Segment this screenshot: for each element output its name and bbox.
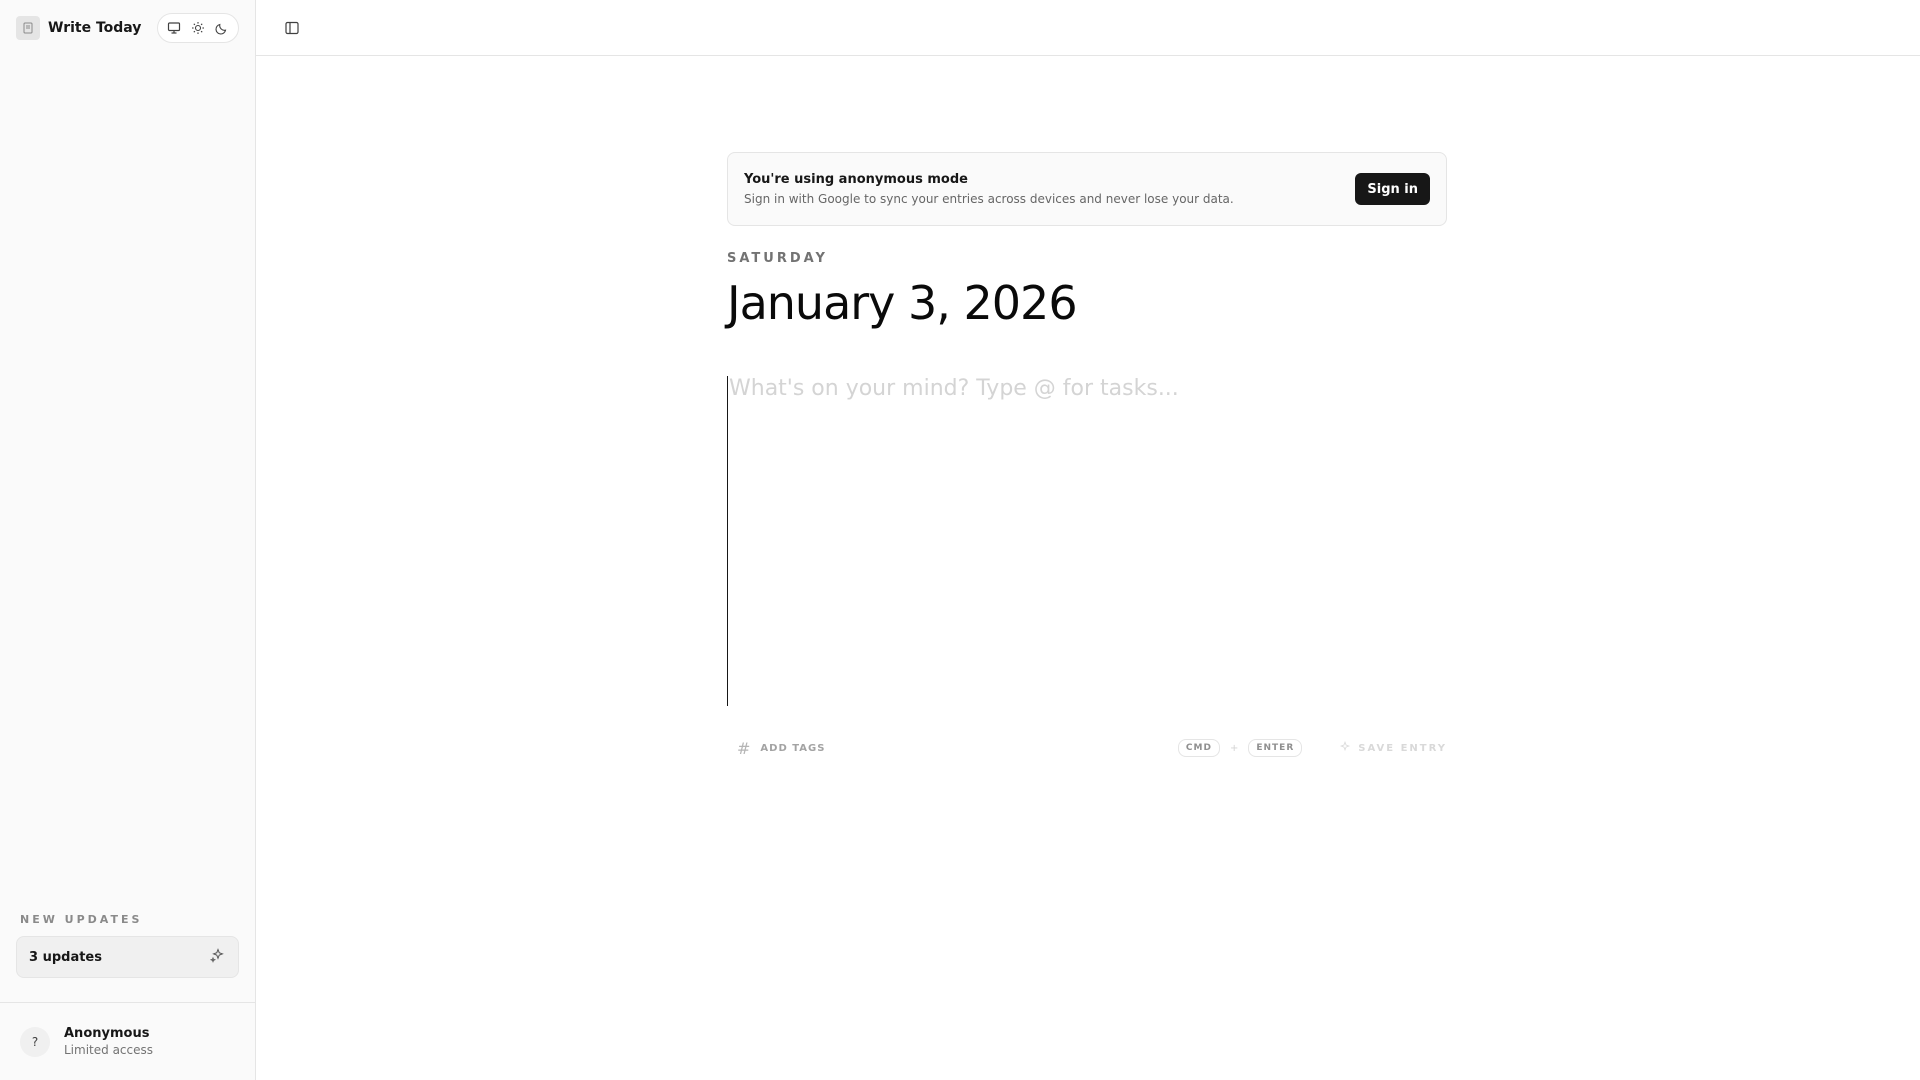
sparkles-icon [1338,739,1352,758]
banner-description: Sign in with Google to sync your entries… [744,192,1234,206]
save-entry-button[interactable]: SAVE ENTRY [1338,739,1447,758]
save-entry-label: SAVE ENTRY [1358,742,1447,754]
sun-icon[interactable] [187,17,209,39]
user-info: Anonymous Limited access [64,1026,153,1057]
entry-weekday: SATURDAY [727,251,828,266]
sidebar-toggle-icon[interactable] [278,14,306,42]
add-tags-button[interactable]: # ADD TAGS [727,739,825,758]
notebook-icon [16,16,40,40]
avatar: ? [20,1026,50,1057]
user-name: Anonymous [64,1026,150,1041]
shortcut-key-enter: ENTER [1248,739,1303,757]
topbar [256,0,1920,56]
banner-text: You're using anonymous mode Sign in with… [744,172,1234,206]
sparkles-icon [209,947,226,967]
main-area: You're using anonymous mode Sign in with… [256,0,1920,1080]
app-root: Write Today NEW UPDATES 3 updates ? Anon… [0,0,1920,1080]
theme-switcher [157,13,239,43]
monitor-icon[interactable] [163,17,185,39]
user-status: Limited access [64,1043,153,1057]
entry-date: January 3, 2026 [727,276,1078,330]
entry-footer: # ADD TAGS CMD + ENTER SAVE ENTRY [727,736,1447,760]
updates-section: NEW UPDATES 3 updates [0,913,255,1002]
updates-button[interactable]: 3 updates [16,936,239,978]
shortcut-key-cmd: CMD [1177,739,1220,757]
shortcut-separator: + [1229,742,1239,754]
user-profile[interactable]: ? Anonymous Limited access [0,1002,255,1080]
sidebar-header: Write Today [0,0,255,56]
anonymous-mode-banner: You're using anonymous mode Sign in with… [727,152,1447,226]
app-name: Write Today [48,20,142,36]
entry-editor[interactable] [727,376,1447,706]
add-tags-label: ADD TAGS [760,742,826,754]
hash-icon: # [737,738,751,758]
brand[interactable]: Write Today [16,16,141,40]
save-controls: CMD + ENTER SAVE ENTRY [1177,739,1447,758]
sidebar-content [0,56,255,913]
banner-title: You're using anonymous mode [744,172,968,187]
entry-column: You're using anonymous mode Sign in with… [727,152,1447,760]
sidebar: Write Today NEW UPDATES 3 updates ? Anon… [0,0,256,1080]
updates-heading: NEW UPDATES [20,913,143,926]
sign-in-button[interactable]: Sign in [1355,173,1430,205]
editor-area: You're using anonymous mode Sign in with… [256,56,1920,1080]
updates-label: 3 updates [29,949,102,965]
moon-icon[interactable] [211,17,233,39]
